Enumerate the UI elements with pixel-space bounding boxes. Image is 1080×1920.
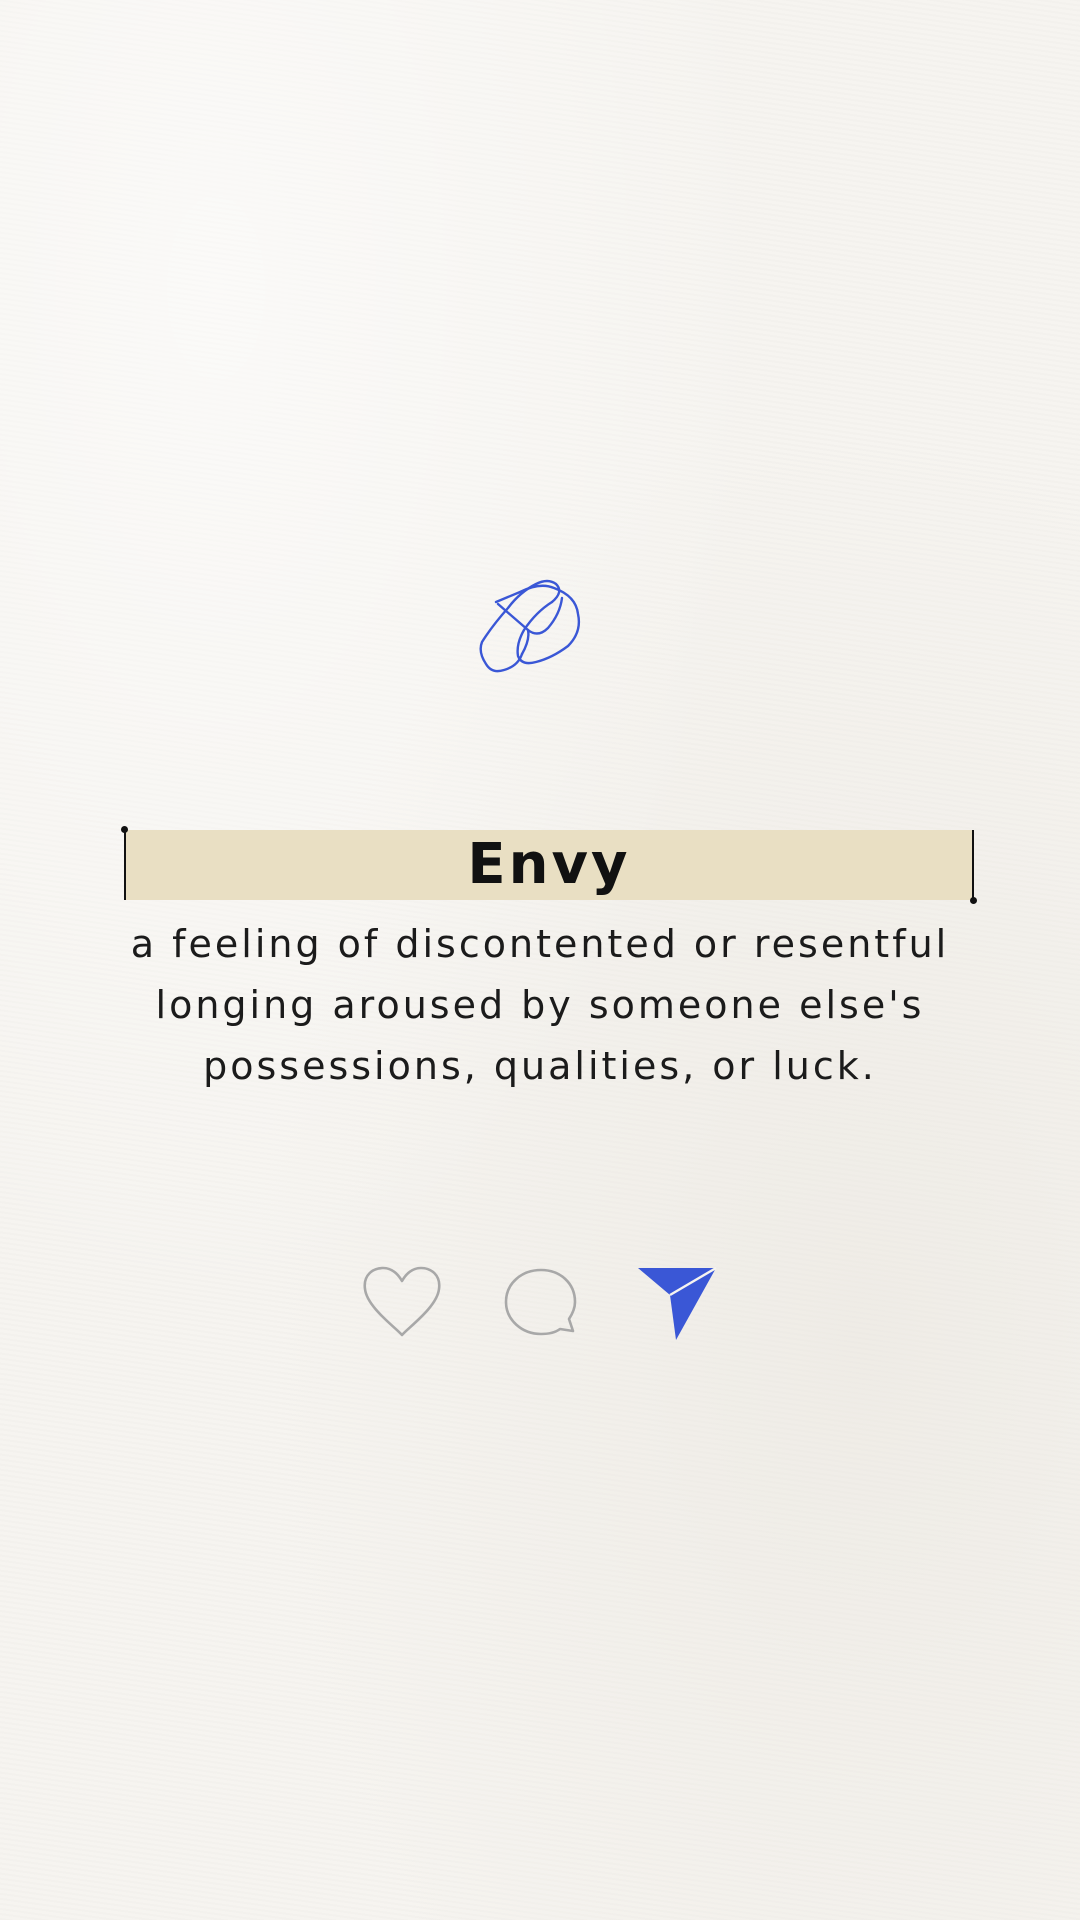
action-bar: [0, 1265, 1080, 1345]
definition-line: possessions, qualities, or luck.: [203, 1044, 877, 1088]
doodle-scribble-icon: [478, 574, 602, 678]
title-highlight-box[interactable]: Envy: [121, 826, 977, 904]
definition-line: a feeling of discontented or resentful: [130, 922, 950, 966]
heart-icon: [363, 1266, 441, 1337]
word-title: Envy: [467, 832, 631, 897]
paper-plane-icon: [638, 1266, 717, 1340]
share-button[interactable]: [636, 1265, 718, 1341]
comment-icon: [504, 1268, 577, 1336]
comment-button[interactable]: [500, 1265, 582, 1341]
like-button[interactable]: [361, 1265, 443, 1341]
word-definition: a feeling of discontented or resentful l…: [110, 914, 970, 1097]
definition-line: longing aroused by someone else's: [155, 983, 925, 1027]
